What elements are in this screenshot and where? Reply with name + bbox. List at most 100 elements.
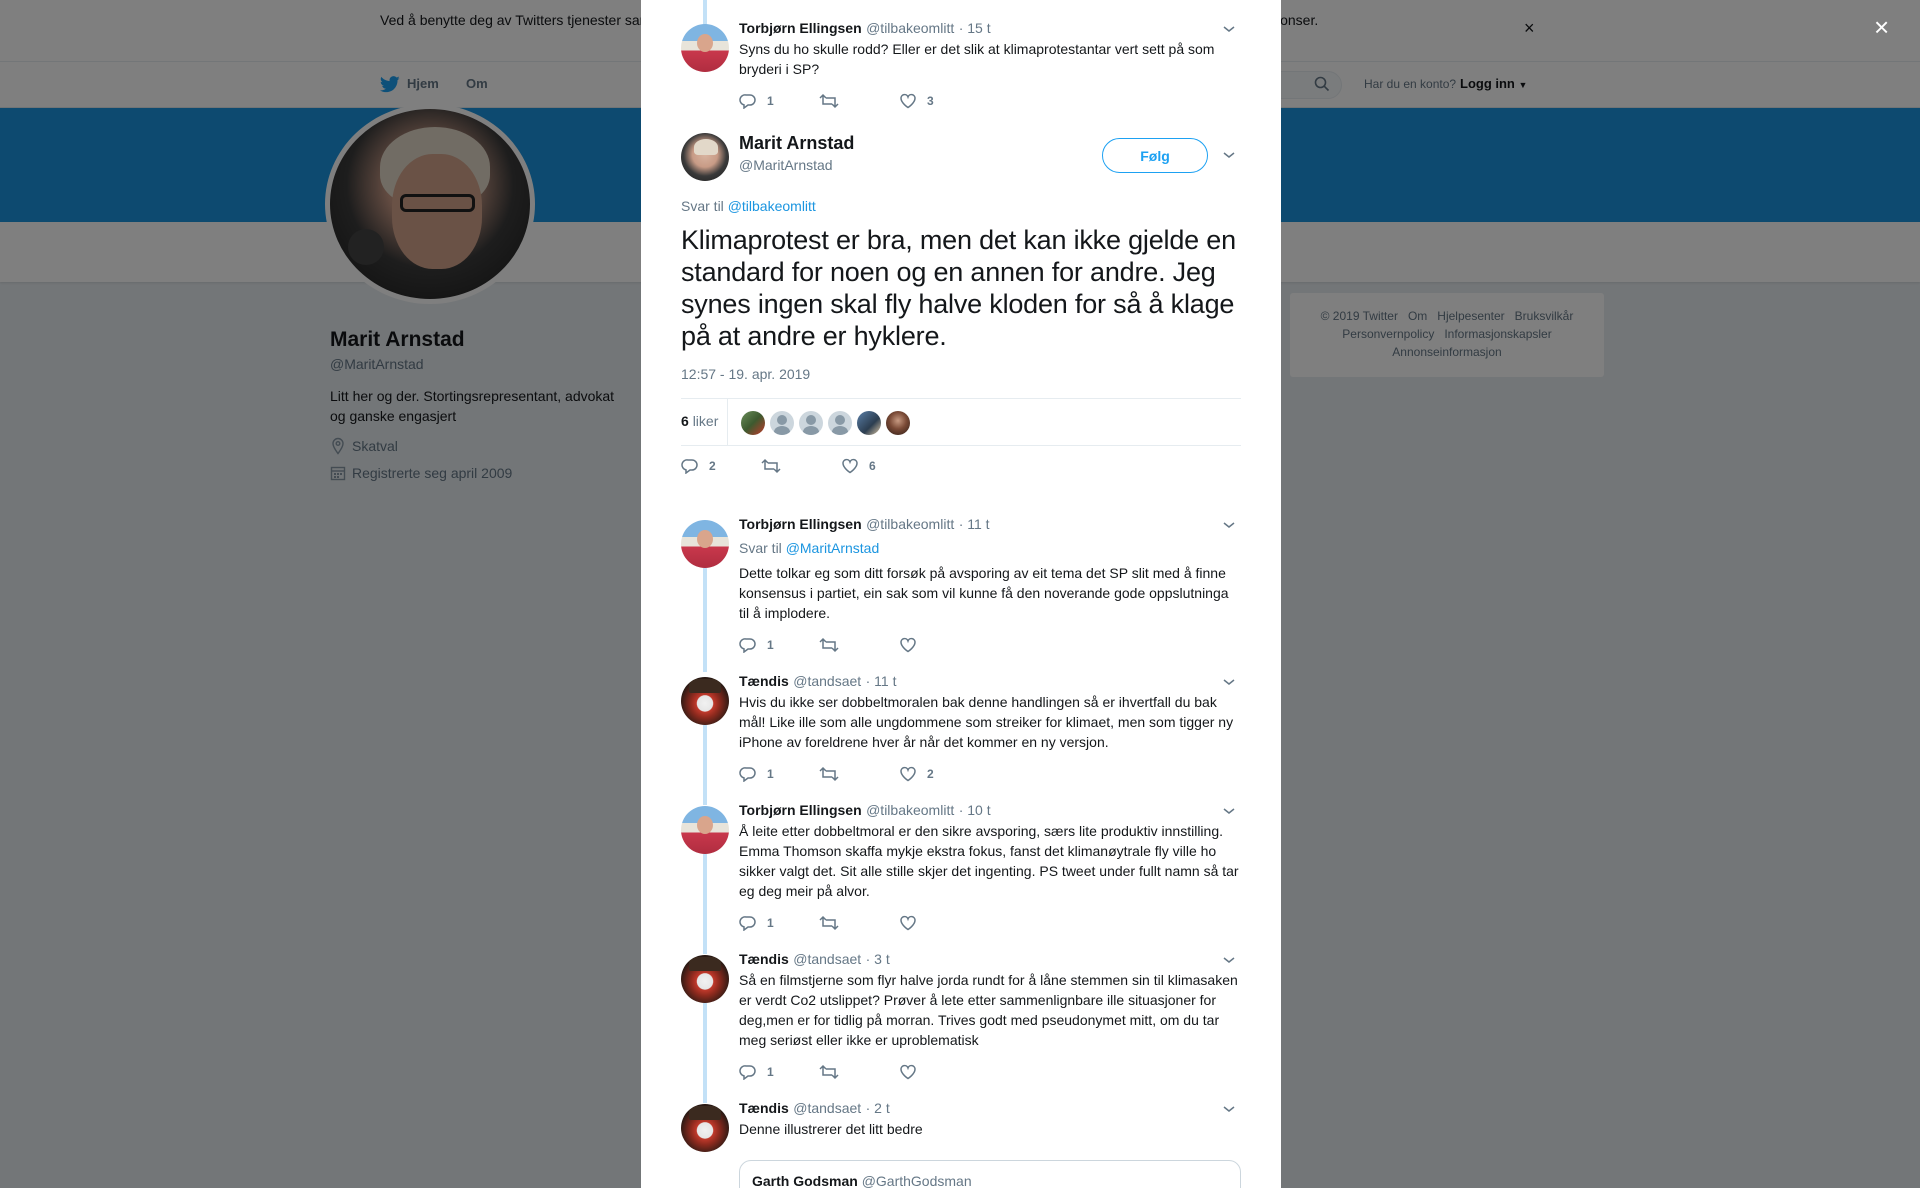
follow-button[interactable]: Følg: [1102, 138, 1208, 173]
reply-prefix: Svar til: [739, 540, 782, 556]
avatar[interactable]: [681, 677, 729, 725]
tweet-author-name[interactable]: Torbjørn Ellingsen: [739, 802, 862, 818]
thread-line: [703, 0, 707, 25]
like-count: 2: [927, 767, 934, 781]
tweet-author-name[interactable]: Tændis: [739, 673, 789, 689]
like-count: 3: [927, 94, 934, 108]
retweet-icon: [819, 766, 839, 782]
like-button[interactable]: 3: [899, 93, 979, 109]
avatar[interactable]: [681, 520, 729, 568]
tweet-author-name[interactable]: Torbjørn Ellingsen: [739, 516, 862, 532]
chevron-down-icon[interactable]: [1222, 955, 1236, 965]
avatar[interactable]: [681, 133, 729, 181]
reply-count: 1: [767, 638, 774, 652]
likes-stat[interactable]: 6 liker: [681, 413, 718, 429]
tweet-author-name[interactable]: Torbjørn Ellingsen: [739, 20, 862, 36]
quoted-author-name[interactable]: Garth Godsman: [752, 1173, 858, 1188]
chevron-down-icon[interactable]: [1222, 24, 1236, 34]
tweet-author-handle[interactable]: @tilbakeomlitt: [866, 802, 954, 818]
retweet-button[interactable]: [819, 766, 899, 782]
retweet-button[interactable]: [819, 637, 899, 653]
heart-icon: [900, 1064, 916, 1080]
tweet-time[interactable]: · 3 t: [866, 951, 890, 967]
reply-button[interactable]: 1: [739, 766, 819, 782]
liker-avatar[interactable]: [857, 411, 881, 435]
liker-avatar[interactable]: [741, 411, 765, 435]
thread-line: [703, 725, 707, 805]
tweet-author-handle[interactable]: @tilbakeomlitt: [866, 20, 954, 36]
main-tweet-timestamp[interactable]: 12:57 - 19. apr. 2019: [681, 366, 810, 382]
chevron-down-icon[interactable]: [1222, 1104, 1236, 1114]
reply-button[interactable]: 2: [681, 458, 761, 474]
tweet-text: Å leite etter dobbeltmoral er den sikre …: [739, 823, 1239, 899]
tweet-actions: 1 3: [739, 91, 979, 111]
reply-count: 1: [767, 916, 774, 930]
retweet-button[interactable]: [761, 458, 841, 474]
retweet-icon: [819, 915, 839, 931]
tweet-header: Torbjørn Ellingsen @tilbakeomlitt · 15 t: [739, 20, 991, 38]
tweet-text: Syns du ho skulle rodd? Eller er det sli…: [739, 41, 1215, 77]
like-button[interactable]: 6: [841, 458, 921, 474]
retweet-icon: [819, 637, 839, 653]
like-button[interactable]: [899, 637, 979, 653]
reply-to-link[interactable]: @MaritArnstad: [786, 540, 880, 556]
chevron-down-icon[interactable]: [1222, 520, 1236, 530]
tweet-time[interactable]: · 11 t: [866, 673, 897, 689]
retweet-icon: [761, 458, 781, 474]
main-tweet-text: Klimaprotest er bra, men det kan ikke gj…: [681, 225, 1236, 351]
reply-button[interactable]: 1: [739, 1064, 819, 1080]
reply-prefix: Svar til: [681, 198, 724, 214]
chevron-down-icon[interactable]: [1222, 150, 1236, 160]
tweet-text: Så en filmstjerne som flyr halve jorda r…: [739, 972, 1238, 1048]
heart-icon: [900, 915, 916, 931]
avatar[interactable]: [681, 24, 729, 72]
tweet-actions: 1: [739, 913, 979, 933]
tweet-author-name[interactable]: Tændis: [739, 1100, 789, 1116]
tweet-author-handle[interactable]: @tandsaet: [793, 673, 861, 689]
chevron-down-icon[interactable]: [1222, 806, 1236, 816]
reply-icon: [739, 638, 756, 653]
reply-count: 1: [767, 767, 774, 781]
tweet-author-handle[interactable]: @tandsaet: [793, 1100, 861, 1116]
avatar[interactable]: [681, 1104, 729, 1152]
reply-button[interactable]: 1: [739, 637, 819, 653]
tweet-header: Tændis @tandsaet · 2 t: [739, 1100, 890, 1118]
reply-to-link[interactable]: @tilbakeomlitt: [728, 198, 816, 214]
tweet-header: Torbjørn Ellingsen @tilbakeomlitt · 11 t: [739, 516, 990, 534]
like-button[interactable]: [899, 1064, 979, 1080]
liker-avatar[interactable]: [828, 411, 852, 435]
avatar[interactable]: [681, 955, 729, 1003]
reply-icon: [739, 1065, 756, 1080]
tweet-header: Torbjørn Ellingsen @tilbakeomlitt · 10 t: [739, 802, 991, 820]
main-tweet-author-handle[interactable]: @MaritArnstad: [739, 157, 833, 173]
heart-icon: [900, 766, 916, 782]
liker-avatar[interactable]: [770, 411, 794, 435]
tweet-author-name[interactable]: Tændis: [739, 951, 789, 967]
reply-icon: [681, 459, 698, 474]
tweet-time[interactable]: · 15 t: [959, 20, 991, 36]
like-button[interactable]: [899, 915, 979, 931]
chevron-down-icon[interactable]: [1222, 677, 1236, 687]
retweet-button[interactable]: [819, 915, 899, 931]
tweet-author-handle[interactable]: @tilbakeomlitt: [866, 516, 954, 532]
avatar[interactable]: [681, 806, 729, 854]
main-tweet-author-name[interactable]: Marit Arnstad: [739, 133, 854, 154]
retweet-button[interactable]: [819, 93, 899, 109]
quoted-author-handle[interactable]: @GarthGodsman: [862, 1173, 972, 1188]
tweet-time[interactable]: · 10 t: [959, 802, 991, 818]
likes-stat-label: liker: [692, 413, 719, 429]
tweet-time[interactable]: · 2 t: [866, 1100, 890, 1116]
tweet-author-handle[interactable]: @tandsaet: [793, 951, 861, 967]
modal-close-button[interactable]: ×: [1874, 12, 1889, 43]
liker-avatar[interactable]: [799, 411, 823, 435]
reply-context: Svar til @MaritArnstad: [739, 540, 879, 556]
retweet-button[interactable]: [819, 1064, 899, 1080]
reply-button[interactable]: 1: [739, 915, 819, 931]
reply-button[interactable]: 1: [739, 93, 819, 109]
like-button[interactable]: 2: [899, 766, 979, 782]
quoted-tweet-card[interactable]: Garth Godsman @GarthGodsman: [739, 1160, 1241, 1188]
thread-line: [703, 854, 707, 954]
liker-avatar[interactable]: [886, 411, 910, 435]
tweet-time[interactable]: · 11 t: [959, 516, 990, 532]
retweet-icon: [819, 1064, 839, 1080]
